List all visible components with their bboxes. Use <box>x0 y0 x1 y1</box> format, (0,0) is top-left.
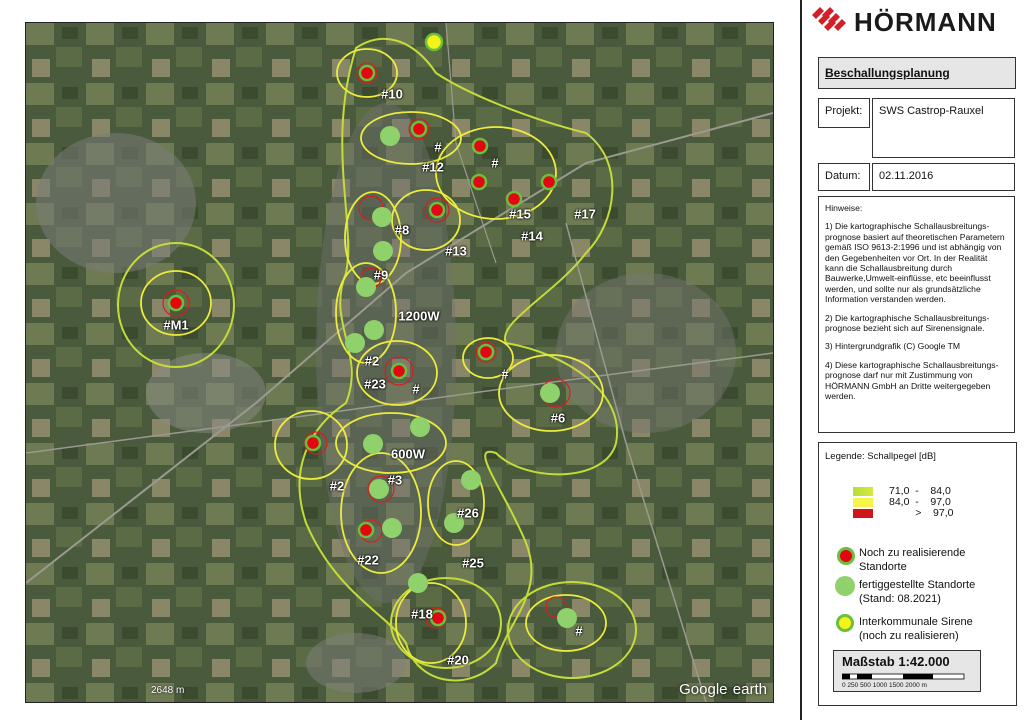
legend-green-line1: fertiggestellte Standorte <box>859 579 976 591</box>
site-label: #26 <box>457 505 479 521</box>
site-label: #6 <box>550 410 566 426</box>
site-label: # <box>412 381 420 397</box>
site-label: #2 <box>364 353 380 369</box>
scale-number-values: 0 250 500 1000 1500 2000 <box>842 682 920 689</box>
datum-value-box: 02.11.2016 <box>872 163 1015 191</box>
site-label: #8 <box>394 222 410 238</box>
legend-green-marker-icon <box>835 576 855 596</box>
site-label: #20 <box>447 652 469 668</box>
google-earth-logo: Google earth <box>679 678 767 700</box>
legend-red-marker-icon <box>837 547 855 565</box>
site-label: #23 <box>364 376 386 392</box>
site-label: 600W <box>391 446 425 462</box>
site-label: #9 <box>373 267 389 283</box>
site-label: #17 <box>574 206 596 222</box>
hinweis-3: 3) Hintergrundgrafik (C) Google TM <box>825 341 961 352</box>
hinweis-4: 4) Diese kartographische Schallausbreitu… <box>825 359 999 402</box>
scale-bar <box>842 673 965 680</box>
datum-label-box: Datum: <box>818 163 870 191</box>
site-label: #13 <box>445 243 467 259</box>
projekt-value-box: SWS Castrop-Rauxel <box>872 98 1015 158</box>
legend-red-line2: Standorte <box>859 561 907 573</box>
logo-text: HÖRMANN <box>854 6 997 37</box>
hinweise-box: Hinweise: 1) Die kartographische Schalla… <box>818 196 1015 433</box>
site-label: #M1 <box>163 317 189 333</box>
projekt-value: SWS Castrop-Rauxel <box>879 105 984 117</box>
datum-value: 02.11.2016 <box>879 170 934 182</box>
brand-text: Google <box>679 681 728 698</box>
site-label: # <box>575 623 583 639</box>
hoermann-logo-icon <box>812 7 846 31</box>
projekt-label-box: Projekt: <box>818 98 870 128</box>
legend-box: Legende: Schallpegel [dB] 71,0 - 84,0 84… <box>818 442 1017 706</box>
legend-swatch-green <box>853 487 873 496</box>
section-title-box: Beschallungsplanung <box>818 57 1016 89</box>
site-label: #25 <box>462 555 484 571</box>
hinweis-2: 2) Die kartographische Schallausbreitung… <box>825 312 990 334</box>
hinweis-1: 1) Die kartographische Schallausbreitung… <box>825 221 1005 305</box>
hinweise-title: Hinweise: <box>825 203 863 213</box>
legend-green-line2: (Stand: 08.2021) <box>859 593 941 605</box>
section-title: Beschallungsplanung <box>825 66 950 80</box>
satellite-map[interactable]: #10 #12 # # #15 #14 #17 #13 #8 #9 1200W #M1 #2 #23 # # #… <box>25 22 774 703</box>
site-label: #2 <box>329 478 345 494</box>
site-label: # <box>434 139 442 155</box>
info-panel: HÖRMANN Beschallungsplanung Projekt: SWS… <box>800 0 1024 720</box>
legend-green-text: fertiggestellte Standorte (Stand: 08.202… <box>859 578 975 606</box>
scale-numbers: 0 250 500 1000 1500 2000 m <box>834 682 988 689</box>
map-canvas <box>26 23 773 702</box>
site-label: #18 <box>411 606 433 622</box>
legend-swatch-yellow <box>853 498 873 507</box>
site-label: #15 <box>509 206 531 222</box>
site-label: # <box>501 366 509 382</box>
map-scale-label: 2648 m <box>151 685 185 696</box>
hoermann-logo: HÖRMANN <box>812 4 997 40</box>
legend-title: Legende: Schallpegel [dB] <box>825 451 936 462</box>
scale-box: Maßstab 1:42.000 0 250 500 1000 1500 200… <box>833 650 981 692</box>
legend-red-line1: Noch zu realisierende <box>859 547 966 559</box>
scale-unit: m <box>921 682 927 689</box>
legend-yellow-line2: (noch zu realisieren) <box>859 630 959 642</box>
site-label: #12 <box>422 159 444 175</box>
legend-yellow-line1: Interkommunale Sirene <box>859 616 973 628</box>
datum-label: Datum: <box>825 170 861 182</box>
scale-title: Maßstab 1:42.000 <box>842 654 950 669</box>
legend-yellow-marker-icon <box>836 614 854 632</box>
site-label: #10 <box>381 86 403 102</box>
site-label: #3 <box>387 472 403 488</box>
legend-swatch-red <box>853 509 873 518</box>
site-label: #22 <box>357 552 379 568</box>
legend-red-text: Noch zu realisierende Standorte <box>859 546 965 574</box>
legend-yellow-text: Interkommunale Sirene (noch zu realisier… <box>859 615 973 643</box>
site-label: # <box>491 155 499 171</box>
brand-sub: earth <box>732 681 767 698</box>
legend-row-3: > 97,0 <box>889 507 954 519</box>
site-label: 1200W <box>398 308 440 324</box>
projekt-label: Projekt: <box>825 105 863 117</box>
site-label: #14 <box>521 228 543 244</box>
